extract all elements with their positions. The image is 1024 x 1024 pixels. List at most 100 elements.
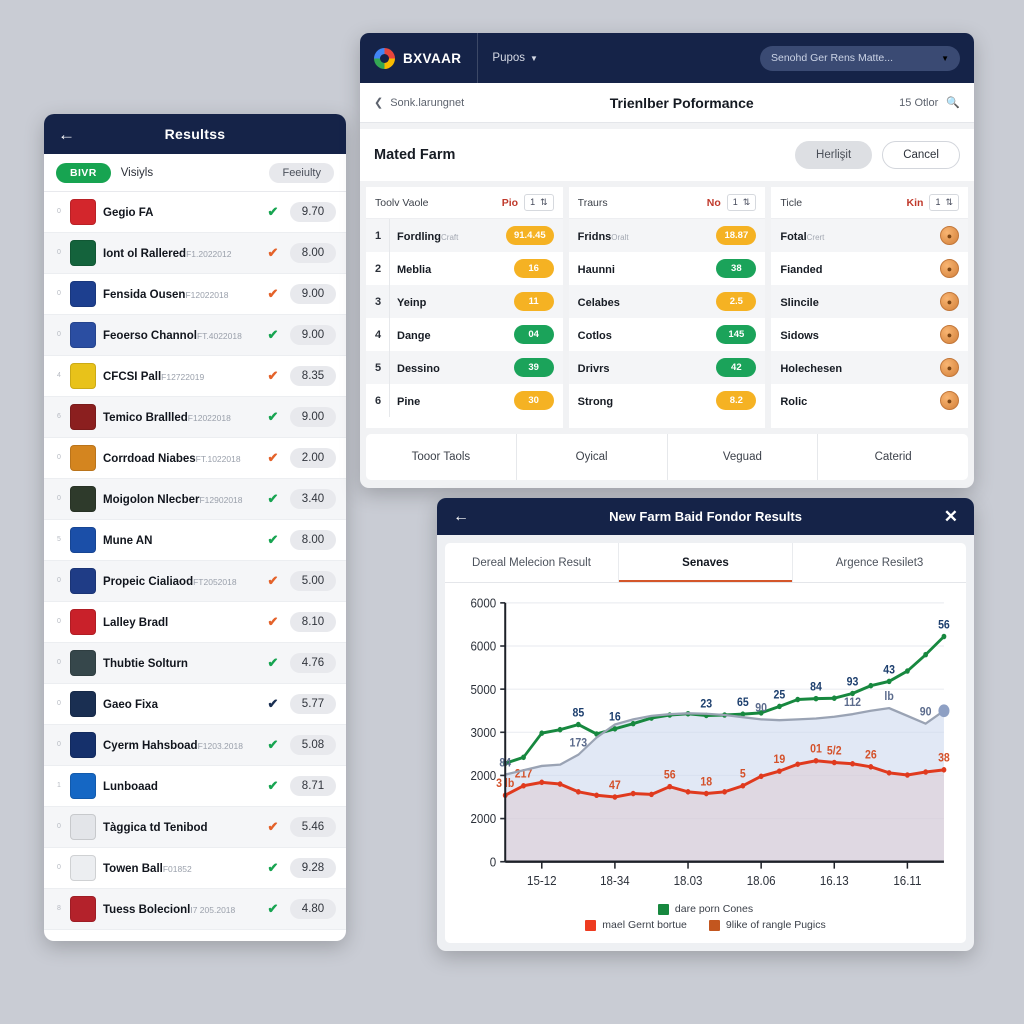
column-row[interactable]: 5 Dessino 39 xyxy=(366,351,563,384)
results-row[interactable]: 6 Temico BrallledF12022018 ✔ 9.00 xyxy=(44,397,346,438)
series-point xyxy=(539,730,545,736)
data-columns: Toolv Vaole Pio 1 ⇅ 1 FordlingCraft 91.4.45 2 Me… xyxy=(360,181,974,428)
bottom-tab[interactable]: Tooor Taols xyxy=(366,434,517,480)
row-rank: 6 xyxy=(57,413,61,421)
arrow-left-icon[interactable]: ← xyxy=(58,126,80,143)
highlight-button[interactable]: Herlişit xyxy=(795,141,873,169)
row-rank: 0 xyxy=(57,741,61,749)
results-row[interactable]: 0 Fensida OusenF12022018 ✔ 9.00 xyxy=(44,274,346,315)
results-row[interactable]: 5 Mune AN ✔ 8.00 xyxy=(44,520,346,561)
chart-tab-bar: Dereal Melecion Result Senaves Argence Res… xyxy=(445,543,966,583)
row-rank: 1 xyxy=(57,782,61,790)
chart-tab[interactable]: Argence Resilet3 xyxy=(793,543,966,582)
series-point xyxy=(740,783,746,789)
chart-tab[interactable]: Dereal Melecion Result xyxy=(445,543,619,582)
bottom-tab[interactable]: Oyical xyxy=(517,434,668,480)
column-row[interactable]: 3 Yeinp 11 xyxy=(366,285,563,318)
column-row[interactable]: Rolic ● xyxy=(771,384,968,417)
team-name: Corrdoad Niabes xyxy=(103,453,196,465)
series-point xyxy=(850,690,855,697)
column-row[interactable]: Holechesen ● xyxy=(771,351,969,384)
row-text: CFCSI PallF12722019 xyxy=(103,367,256,385)
appbar-search-select[interactable]: Senohd Ger Rens Matte... ▼ xyxy=(760,45,960,71)
column-row[interactable]: FotalCrert ● xyxy=(771,219,969,252)
results-row[interactable]: 0 Gaeo Fixa ✔ 5.77 xyxy=(44,684,346,725)
bottom-tab[interactable]: Veguad xyxy=(668,434,819,480)
column-row[interactable]: Drivrs 42 xyxy=(568,351,766,384)
column-row[interactable]: 1 FordlingCraft 91.4.45 xyxy=(366,219,563,252)
coin-icon[interactable]: ● xyxy=(940,259,960,278)
results-row[interactable]: 4 CFCSI PallF12722019 ✔ 8.35 xyxy=(44,356,346,397)
y-tick-label: 6000 xyxy=(471,639,497,654)
arrow-left-icon[interactable]: ← xyxy=(453,508,477,526)
results-row[interactable]: 0 Propeic CialiaodFT2052018 ✔ 5.00 xyxy=(44,561,346,602)
row-body: FordlingCraft xyxy=(397,227,499,245)
column-row[interactable]: Sidows ● xyxy=(771,318,968,351)
team-crest-icon xyxy=(70,732,96,758)
chart-tab[interactable]: Senaves xyxy=(619,543,793,582)
results-row[interactable]: 0 Thubtie Solturn ✔ 4.76 xyxy=(44,643,346,684)
filter-chip-plain[interactable]: Visiyls xyxy=(121,167,153,179)
column-row[interactable]: Cotlos 145 xyxy=(569,318,766,351)
row-badge: 18.87 xyxy=(716,226,757,245)
column-row[interactable]: Fianded ● xyxy=(771,252,968,285)
row-index: 3 xyxy=(375,285,390,318)
coin-icon[interactable]: ● xyxy=(940,325,960,344)
results-row[interactable]: 1 Lunboaad ✔ 8.71 xyxy=(44,766,346,807)
bottom-tab[interactable]: Caterid xyxy=(818,434,968,480)
results-row[interactable]: 0 Corrdoad NiabesFT.1022018 ✔ 2.00 xyxy=(44,438,346,479)
search-icon[interactable]: 🔍 xyxy=(946,96,960,109)
column-row[interactable]: Slincile ● xyxy=(771,285,969,318)
results-row[interactable]: 0 Feoerso ChannolFT.4022018 ✔ 9.00 xyxy=(44,315,346,356)
appbar-menu-pupos[interactable]: Pupos ▼ xyxy=(492,52,538,64)
brand-area[interactable]: BXVAAR xyxy=(374,33,479,83)
row-body: Fianded xyxy=(780,260,933,278)
column-sort-key[interactable]: Kin xyxy=(907,197,924,209)
series-point xyxy=(685,789,691,795)
coin-icon[interactable]: ● xyxy=(940,226,960,245)
series-point xyxy=(703,790,709,797)
column-row[interactable]: Strong 8.2 xyxy=(569,384,766,417)
chart-area: 0 2000 2000 3000 5000 6000 6000 85 16 23 65 25 84 93 4… xyxy=(445,583,966,901)
stepper-value: 1 xyxy=(935,197,941,207)
column-stepper[interactable]: 1 ⇅ xyxy=(726,194,757,211)
breadcrumb-back[interactable]: ❮ Sonk.larungnet xyxy=(374,96,464,110)
stepper-value: 1 xyxy=(732,197,738,207)
match-date: FT2052018 xyxy=(193,577,237,587)
cancel-button[interactable]: Cancel xyxy=(882,141,960,169)
series-point xyxy=(649,791,654,798)
column-row[interactable]: 2 Meblia 16 xyxy=(366,252,563,285)
results-row[interactable]: 0 Towen BallF01852 ✔ 9.28 xyxy=(44,848,346,889)
close-icon[interactable]: ✕ xyxy=(934,507,958,527)
results-row[interactable]: 8 Tuess BolecionlI7 205.2018 ✔ 4.80 xyxy=(44,889,346,930)
column-row[interactable]: Celabes 2.5 xyxy=(568,285,766,318)
results-row[interactable]: 0 Tàggica td Tenibod ✔ 5.46 xyxy=(44,807,346,848)
row-body: Drivrs xyxy=(578,359,710,377)
results-row[interactable]: 0 Cyerm HahsboadF1203.2018 ✔ 5.08 xyxy=(44,725,346,766)
results-row[interactable]: 0 Moigolon NlecberF12902018 ✔ 3.40 xyxy=(44,479,346,520)
filter-chip-right[interactable]: Feeiulty xyxy=(269,162,334,183)
score-badge: 8.00 xyxy=(290,243,336,263)
data-point-label: 18 xyxy=(700,776,712,789)
column-row[interactable]: 4 Dange 04 xyxy=(366,318,563,351)
results-filter-bar: BIVR Visiyls Feeiulty xyxy=(44,154,346,192)
data-point-label: 56 xyxy=(664,769,676,782)
column-row[interactable]: FridnsOralt 18.87 xyxy=(568,219,766,252)
row-text: Cyerm HahsboadF1203.2018 xyxy=(103,736,256,754)
results-row[interactable]: 0 Lalley Bradl ✔ 8.10 xyxy=(44,602,346,643)
column-stepper[interactable]: 1 ⇅ xyxy=(929,194,960,211)
coin-icon[interactable]: ● xyxy=(940,292,960,311)
column-stepper[interactable]: 1 ⇅ xyxy=(524,194,554,211)
column-row[interactable]: 6 Pine 30 xyxy=(366,384,563,417)
results-row[interactable]: 0 Gegio FA ✔ 9.70 xyxy=(44,192,346,233)
coin-icon[interactable]: ● xyxy=(940,358,960,377)
legend-item[interactable]: mael Gernt bortue xyxy=(585,919,687,931)
filter-chip-active[interactable]: BIVR xyxy=(56,162,111,183)
column-row[interactable]: Haunni 38 xyxy=(569,252,766,285)
results-row[interactable]: 0 Iont ol RalleredF1.2022012 ✔ 8.00 xyxy=(44,233,346,274)
coin-icon[interactable]: ● xyxy=(940,391,960,410)
column-sort-key[interactable]: No xyxy=(707,197,721,209)
column-sort-key[interactable]: Pio xyxy=(502,197,518,209)
row-rank: 0 xyxy=(57,454,61,462)
legend-item[interactable]: 9like of rangle Pugics xyxy=(708,919,826,931)
